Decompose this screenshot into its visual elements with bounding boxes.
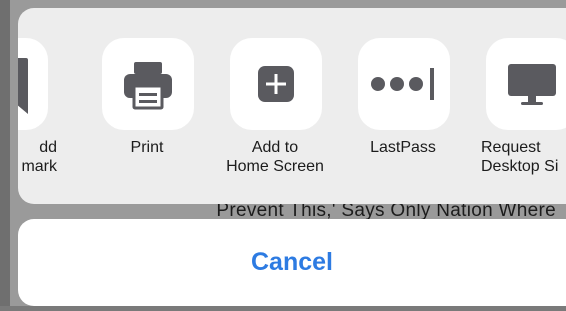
desktop-icon	[508, 64, 556, 105]
plus-square-icon	[258, 66, 294, 102]
action-label: Add to Home Screen	[226, 139, 324, 175]
action-tile[interactable]	[18, 38, 48, 130]
action-tile[interactable]	[486, 38, 566, 130]
action-tile[interactable]	[230, 38, 322, 130]
action-label: Request Desktop Si	[481, 139, 559, 175]
lastpass-icon	[371, 68, 434, 100]
action-label: LastPass	[370, 139, 436, 156]
bottom-edge	[0, 306, 566, 311]
bookmark-icon	[18, 58, 28, 114]
cancel-button[interactable]: Cancel	[18, 219, 566, 306]
share-actions-row[interactable]: dd mark Print Add to Home Screen LastPas…	[18, 8, 566, 204]
action-tile[interactable]	[102, 38, 194, 130]
left-edge	[0, 0, 10, 311]
printer-icon	[124, 62, 172, 110]
share-sheet: dd mark Print Add to Home Screen LastPas…	[18, 8, 566, 204]
cancel-label: Cancel	[251, 248, 333, 276]
action-tile[interactable]	[358, 38, 450, 130]
action-label: Print	[130, 139, 164, 156]
action-label: dd mark	[21, 139, 57, 175]
